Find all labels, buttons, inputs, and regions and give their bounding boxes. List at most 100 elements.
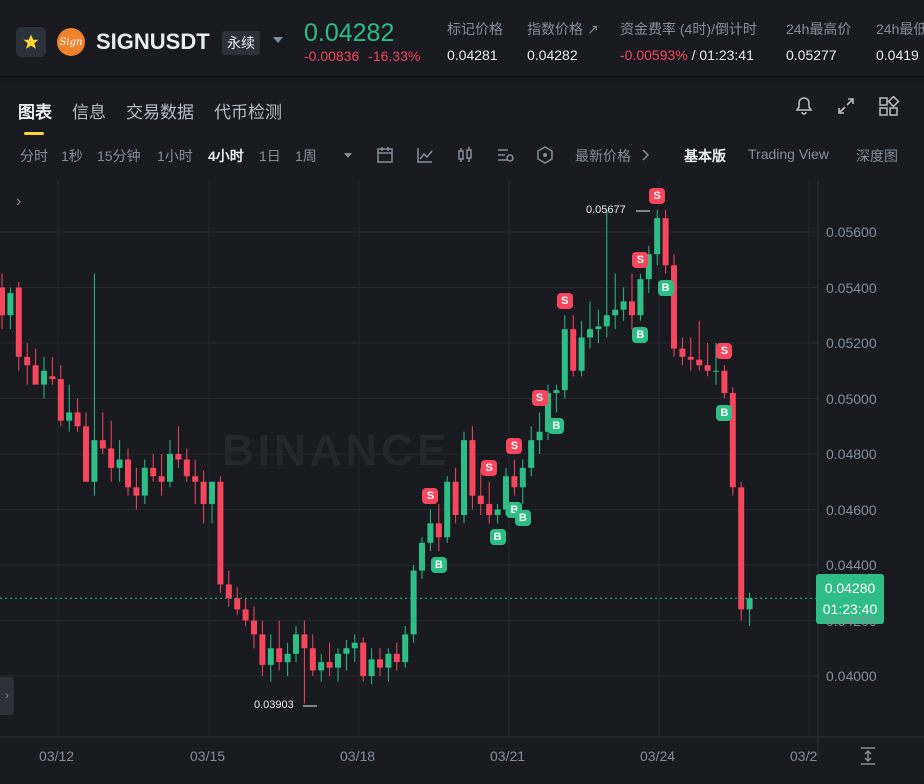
layout-icon[interactable]: [878, 95, 900, 116]
view-basic[interactable]: 基本版: [684, 146, 726, 166]
candle-body: [192, 476, 199, 482]
settings-icon[interactable]: [495, 145, 515, 165]
coin-logo: Sign: [57, 28, 85, 56]
candle-type-icon[interactable]: [455, 145, 475, 165]
scale-reset-icon[interactable]: [857, 745, 879, 767]
calendar-icon[interactable]: [375, 145, 395, 165]
candle-body: [587, 329, 593, 338]
candle-body: [66, 412, 73, 421]
buy-signal-marker: B: [548, 418, 565, 435]
buy-signal-marker: B: [430, 557, 447, 574]
candle-body: [318, 662, 325, 671]
buy-signal-marker: B: [514, 509, 531, 526]
candle-body: [108, 448, 115, 468]
candle-body: [167, 454, 173, 482]
chart-canvas[interactable]: [0, 181, 924, 784]
y-tick-label: 0.05000: [826, 390, 877, 407]
interval-1h[interactable]: 1小时: [157, 146, 193, 166]
x-tick-label: 03/18: [340, 748, 376, 764]
candle-body: [410, 570, 417, 635]
sell-signal-marker: S: [481, 459, 498, 476]
symbol-name[interactable]: SIGNUSDT: [96, 29, 210, 55]
tab-chart[interactable]: 图表: [18, 98, 52, 135]
candle-body: [99, 440, 106, 449]
high-price-label: 0.05677: [586, 204, 626, 216]
tab-token-check[interactable]: 代币检测: [214, 98, 282, 123]
interval-1d[interactable]: 1日: [259, 146, 281, 166]
interval-line[interactable]: 分时: [20, 146, 48, 166]
candle-body: [461, 440, 467, 516]
interval-1w[interactable]: 1周: [295, 146, 317, 166]
favorite-button[interactable]: [16, 27, 46, 57]
candle-body: [209, 481, 215, 504]
x-tick-label: 03/2: [790, 748, 818, 764]
candle-body: [125, 459, 131, 488]
candle-body: [335, 653, 341, 668]
ticker-bar: Sign SIGNUSDT 永续 0.04282 -0.00836 -16.33…: [0, 0, 924, 77]
interval-dropdown-icon[interactable]: [338, 145, 358, 165]
candle-body: [276, 648, 283, 663]
view-depth[interactable]: 深度图: [856, 146, 898, 166]
price-change: -0.00836 -16.33%: [304, 48, 420, 64]
candle-body: [528, 440, 535, 468]
candle-body: [116, 459, 123, 468]
candle-body: [377, 659, 383, 668]
candle-body: [183, 459, 190, 477]
fullscreen-icon[interactable]: [836, 96, 856, 116]
y-tick-label: 0.04000: [826, 668, 877, 684]
candle-body: [553, 390, 560, 393]
indicator-icon[interactable]: [415, 145, 435, 165]
sell-signal-marker: S: [716, 343, 733, 360]
candle-body: [687, 356, 694, 360]
panel-actions: [794, 95, 900, 116]
candle-body: [536, 431, 543, 441]
view-tradingview[interactable]: Trading View: [748, 146, 829, 162]
candle-body: [83, 426, 89, 482]
y-tick-label: 0.05200: [826, 335, 877, 351]
sell-signal-marker: S: [422, 487, 439, 504]
candle-body: [368, 659, 375, 676]
candle-body: [570, 329, 577, 371]
candle-body: [662, 218, 669, 266]
candle-body: [704, 365, 711, 371]
sell-signal-marker: S: [556, 293, 573, 310]
candle-body: [7, 293, 14, 316]
chevron-down-icon[interactable]: [272, 35, 284, 45]
candle-body: [242, 609, 249, 621]
candle-body: [713, 370, 719, 372]
price-type-select[interactable]: 最新价格: [575, 146, 631, 166]
candle-body: [24, 356, 31, 366]
candle-body: [578, 337, 585, 371]
hexagon-icon[interactable]: [535, 145, 555, 165]
candle-body: [267, 648, 274, 665]
x-tick-label: 03/21: [490, 748, 526, 764]
interval-1s[interactable]: 1秒: [61, 146, 83, 166]
bell-icon[interactable]: [794, 96, 814, 116]
candle-body: [746, 598, 753, 610]
expand-drawing-tools-icon[interactable]: ›: [16, 193, 21, 211]
low-price-label: 0.03903: [254, 699, 294, 711]
tab-trading-data[interactable]: 交易数据: [126, 98, 194, 123]
stat-index-price[interactable]: 指数价格 ↗ 0.04282: [527, 19, 599, 63]
candle-body: [133, 487, 140, 496]
candle-body: [49, 376, 56, 380]
tab-info[interactable]: 信息: [72, 98, 106, 123]
chevron-right-icon[interactable]: [635, 145, 655, 165]
buy-signal-marker: B: [716, 404, 733, 421]
interval-4h[interactable]: 4小时: [208, 146, 244, 166]
candle-body: [629, 301, 635, 316]
stat-24h-high: 24h最高价 0.05277: [786, 21, 852, 63]
candlestick-chart[interactable]: BINANCE SBBBSSBSBSSBSBSB › › 0.05677 0.0…: [0, 181, 924, 784]
side-panel-handle[interactable]: ›: [0, 677, 14, 715]
candle-body: [452, 481, 459, 516]
sell-signal-marker: S: [531, 390, 548, 407]
candle-body: [175, 454, 182, 460]
candle-body: [41, 370, 47, 385]
buy-signal-marker: B: [489, 529, 506, 546]
candle-body: [343, 648, 350, 654]
interval-15m[interactable]: 15分钟: [97, 146, 141, 166]
candle-body: [477, 495, 484, 504]
candle-body: [561, 329, 568, 391]
candle-body: [57, 379, 64, 421]
y-tick-label: 0.05600: [826, 224, 877, 240]
